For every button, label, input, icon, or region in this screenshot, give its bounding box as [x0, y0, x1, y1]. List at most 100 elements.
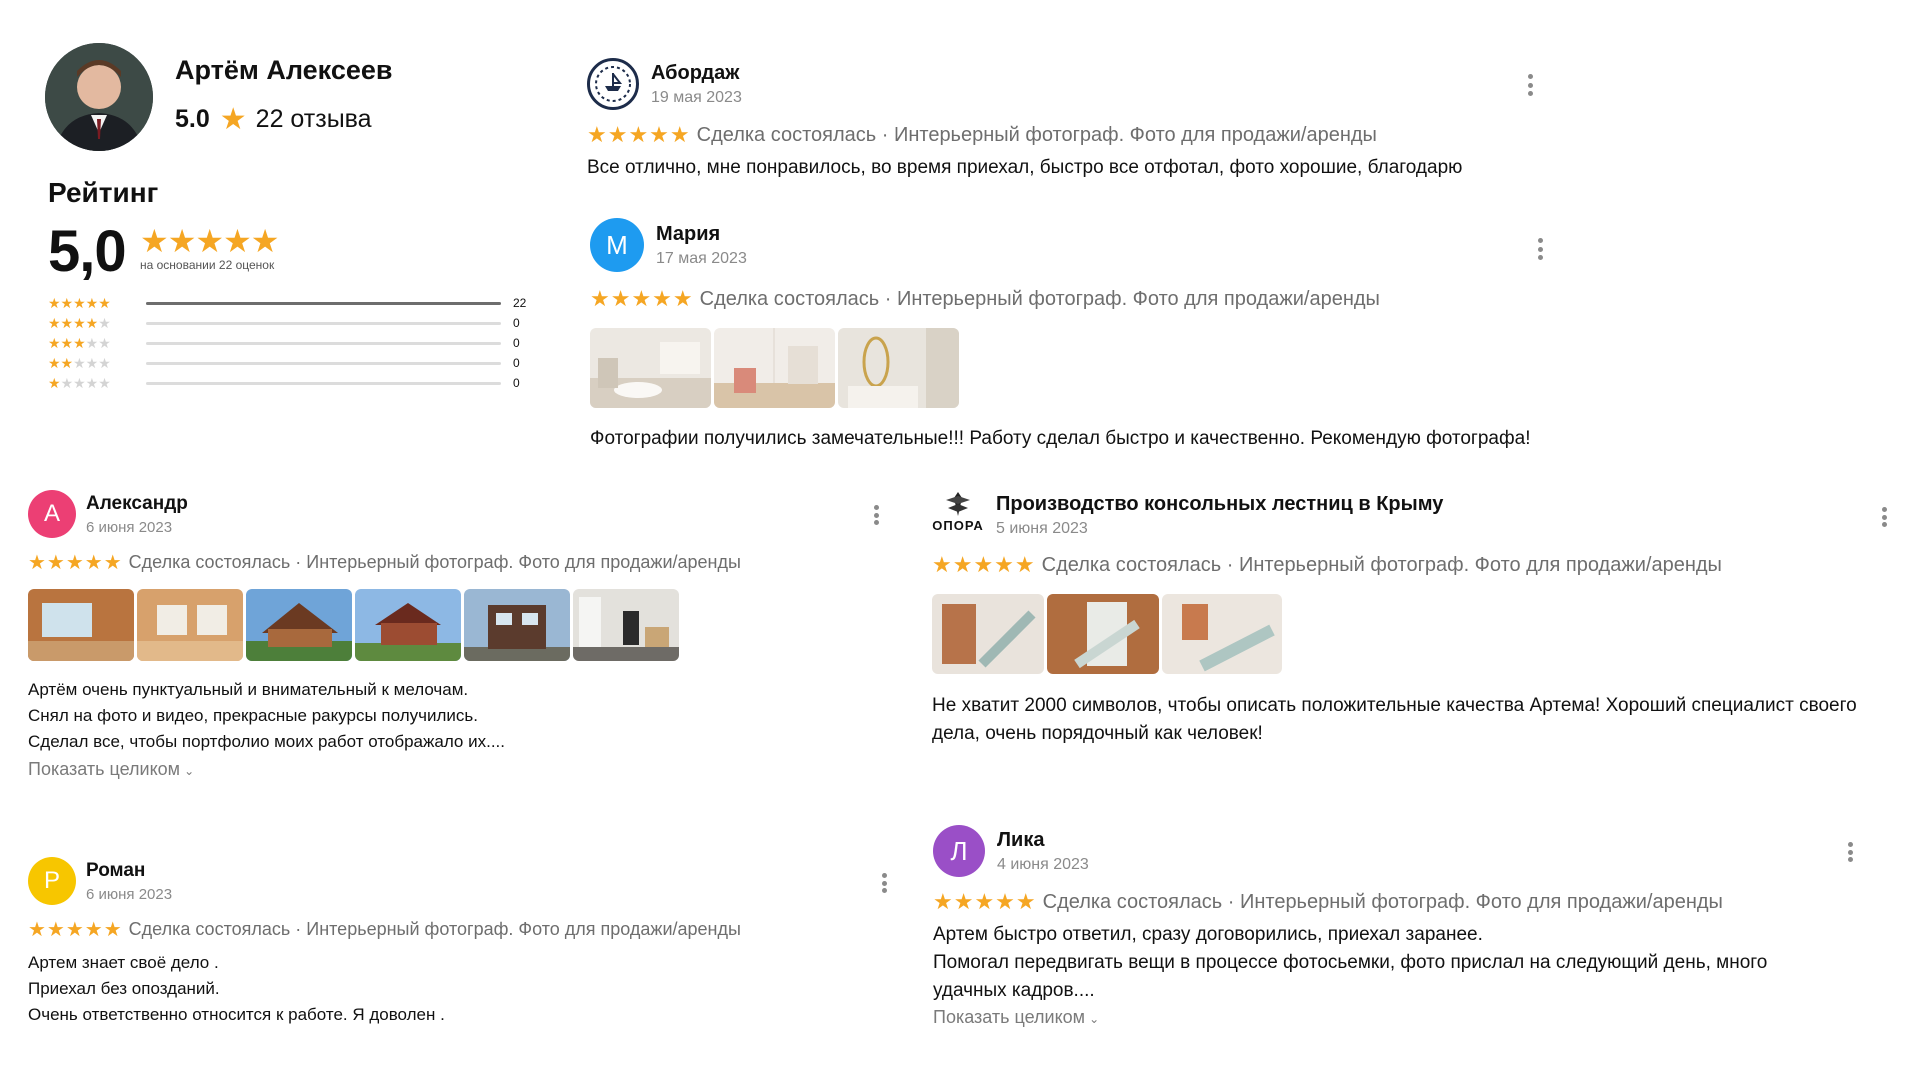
review-stars: ★★★★★	[932, 552, 1036, 577]
more-options-icon[interactable]	[1525, 74, 1535, 96]
review-photo[interactable]	[355, 589, 461, 661]
rating-row-1: ★★★★★ 0	[48, 373, 537, 393]
rating-row-3: ★★★★★ 0	[48, 333, 537, 353]
rating-stars: ★★★★★	[140, 223, 279, 259]
rating-title: Рейтинг	[48, 177, 159, 208]
more-options-icon[interactable]	[879, 873, 889, 893]
review-photo[interactable]	[464, 589, 570, 661]
rating-count: 0	[513, 356, 520, 370]
avatar-roman: Р	[28, 857, 76, 905]
review-photo[interactable]	[932, 594, 1044, 674]
review-meta-text: Сделка состоялась · Интерьерный фотограф…	[128, 552, 741, 572]
stars-3: ★★★★★	[48, 334, 111, 351]
show-more-label: Показать целиком	[933, 1007, 1086, 1027]
review-stars: ★★★★★	[587, 122, 691, 147]
review-meta: ★★★★★ Сделка состоялась · Интерьерный фот…	[28, 550, 888, 575]
review-date: 5 июня 2023	[996, 519, 1088, 537]
more-options-icon[interactable]	[1845, 842, 1855, 862]
review-stars: ★★★★★	[933, 889, 1037, 914]
review-opora: ОПОРА Производство консольных лестниц в …	[932, 490, 1892, 748]
review-photo[interactable]	[714, 328, 835, 408]
review-text-line: Помогал передвигать вещи в процессе фото…	[933, 952, 1768, 1001]
review-photo[interactable]	[838, 328, 959, 408]
review-stars: ★★★★★	[590, 286, 694, 311]
rating-bar	[146, 321, 501, 325]
review-date: 6 июня 2023	[86, 885, 173, 903]
review-meta: ★★★★★ Сделка состоялась · Интерьерный фот…	[590, 286, 1550, 312]
review-meta: ★★★★★ Сделка состоялась · Интерьерный фот…	[28, 917, 888, 942]
reviewer-name: Лика	[997, 828, 1045, 851]
review-date: 17 мая 2023	[656, 249, 747, 267]
more-options-icon[interactable]	[1879, 507, 1889, 527]
more-options-icon[interactable]	[871, 505, 881, 525]
review-text: Артем быстро ответил, сразу договорились…	[933, 921, 1833, 1005]
rating-bar	[146, 381, 501, 385]
chevron-down-icon: ⌄	[1089, 1012, 1100, 1026]
review-text-line: Артем быстро ответил, сразу договорились…	[933, 924, 1483, 945]
more-options-icon[interactable]	[1535, 238, 1545, 260]
rating-row-2: ★★★★★ 0	[48, 353, 537, 373]
rating-count: 22	[513, 296, 527, 310]
review-abordazh: Абордаж 19 мая 2023 ★★★★★ Сделка состояла…	[587, 58, 1537, 182]
review-stars: ★★★★★	[28, 919, 123, 941]
review-stars: ★★★★★	[28, 552, 123, 574]
review-text-line: Артём очень пунктуальный и внимательный …	[28, 680, 469, 699]
profile-avatar	[45, 43, 153, 151]
reviewer-name: Александр	[86, 492, 188, 514]
profile-rating: 5.0	[175, 105, 210, 133]
reviewer-name: Абордаж	[651, 61, 740, 84]
review-meta: ★★★★★ Сделка состоялась · Интерьерный фот…	[932, 552, 1892, 578]
rating-count: 0	[513, 336, 520, 350]
opora-logo-text: ОПОРА	[932, 518, 984, 533]
chevron-down-icon: ⌄	[184, 764, 195, 778]
avatar-maria: М	[590, 218, 644, 272]
review-photo[interactable]	[28, 589, 134, 661]
avatar-lika: Л	[933, 825, 985, 877]
review-alexandr: А Александр 6 июня 2023 ★★★★★ Сделка сост…	[28, 490, 888, 780]
rating-bar	[146, 361, 501, 365]
profile-reviews-link[interactable]: 22 отзыва	[256, 105, 372, 134]
opora-logo-icon: ОПОРА	[932, 490, 984, 540]
rating-row-5: ★★★★★ 22	[48, 293, 537, 313]
review-meta-text: Сделка состоялась · Интерьерный фотограф…	[699, 288, 1380, 310]
review-date: 4 июня 2023	[997, 855, 1089, 873]
review-photos	[932, 594, 1892, 674]
review-photos	[28, 589, 888, 661]
review-text: Артём очень пунктуальный и внимательный …	[28, 677, 888, 755]
review-text-line: Снял на фото и видео, прекрасные ракурсы…	[28, 706, 478, 725]
review-lika: Л Лика 4 июня 2023 ★★★★★ Сделка состоялас…	[933, 825, 1833, 1028]
reviewer-name: Производство консольных лестниц в Крыму	[996, 492, 1444, 515]
review-meta: ★★★★★ Сделка состоялась · Интерьерный фот…	[587, 122, 1537, 148]
review-photo[interactable]	[246, 589, 352, 661]
review-meta-text: Сделка состоялась · Интерьерный фотограф…	[128, 919, 741, 939]
review-text-line: Очень ответственно относится к работе. Я…	[28, 1005, 445, 1024]
review-text: Артем знает своё дело . Приехал без опоз…	[28, 950, 888, 1028]
rating-count: 0	[513, 376, 520, 390]
review-roman: Р Роман 6 июня 2023 ★★★★★ Сделка состояла…	[28, 857, 888, 1028]
rating-bar	[146, 301, 501, 305]
review-text: Не хватит 2000 символов, чтобы описать п…	[932, 695, 1857, 744]
review-photo[interactable]	[1047, 594, 1159, 674]
review-photo[interactable]	[573, 589, 679, 661]
show-more-link[interactable]: Показать целиком ⌄	[28, 759, 888, 780]
review-text: Все отлично, мне понравилось, во время п…	[587, 157, 1463, 178]
review-photo[interactable]	[137, 589, 243, 661]
rating-count: 0	[513, 316, 520, 330]
rating-row-4: ★★★★★ 0	[48, 313, 537, 333]
reviewer-name: Роман	[86, 859, 146, 881]
review-photo[interactable]	[590, 328, 711, 408]
stars-2: ★★★★★	[48, 354, 111, 371]
rating-based-on: на основании 22 оценок	[140, 258, 275, 272]
show-more-link[interactable]: Показать целиком ⌄	[933, 1007, 1833, 1028]
review-text-line: Артем знает своё дело .	[28, 953, 219, 972]
review-text-line: Приехал без опозданий.	[28, 979, 220, 998]
review-text-line: Сделал все, чтобы портфолио моих работ о…	[28, 732, 505, 751]
review-meta-text: Сделка состоялась · Интерьерный фотограф…	[1042, 891, 1723, 913]
reviewer-name: Мария	[656, 222, 721, 245]
review-photo[interactable]	[1162, 594, 1282, 674]
profile-name: Артём Алексеев	[175, 55, 393, 85]
stars-1: ★★★★★	[48, 374, 111, 391]
review-meta-text: Сделка состоялась · Интерьерный фотограф…	[1041, 554, 1722, 576]
rating-bar	[146, 341, 501, 345]
rating-value: 5,0	[48, 219, 127, 284]
